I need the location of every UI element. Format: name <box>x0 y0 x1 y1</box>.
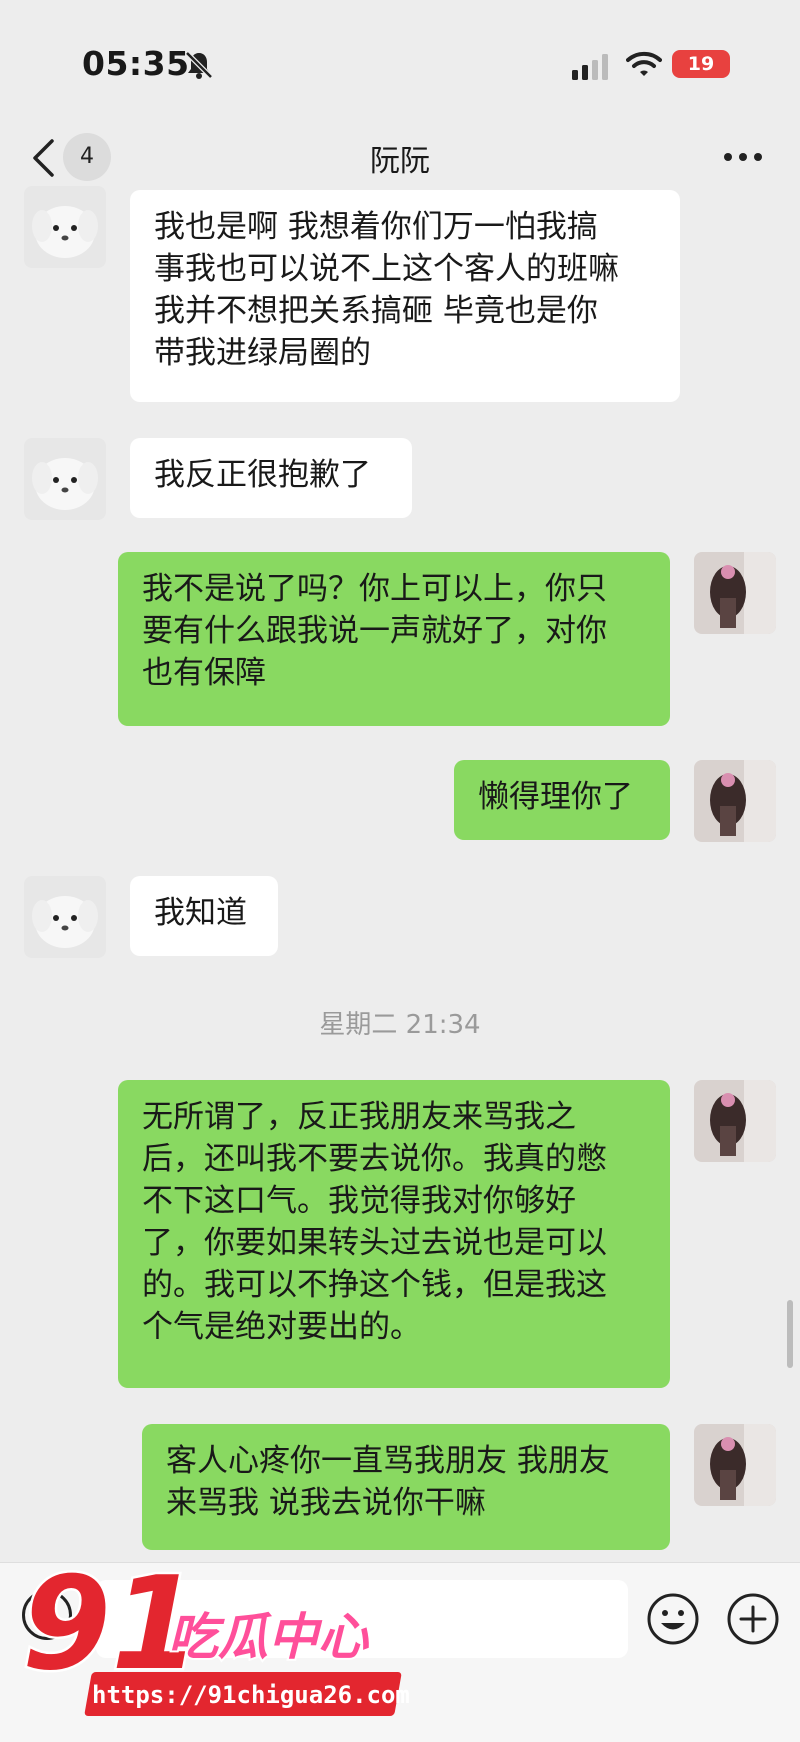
user-avatar-icon <box>694 760 776 842</box>
message-text: 懒得理你了 <box>478 779 633 815</box>
message-bubble-incoming[interactable]: 我也是啊 我想着你们万一怕我搞 事我也可以说不上这个客人的班嘛 我并不想把关系搞… <box>130 190 680 402</box>
message-bubble-incoming[interactable]: 我知道 <box>130 876 278 956</box>
message-text: 我反正很抱歉了 <box>154 457 371 493</box>
message-bubble-outgoing[interactable]: 无所谓了，反正我朋友来骂我之 后，还叫我不要去说你。我真的憋 不下这口气。我觉得… <box>118 1080 670 1388</box>
emoji-icon[interactable] <box>646 1592 700 1646</box>
scrollbar-thumb[interactable] <box>787 1300 793 1368</box>
wifi-icon <box>626 51 662 76</box>
status-time: 05:35 <box>82 44 190 83</box>
unread-count-badge: 4 <box>63 133 111 181</box>
my-avatar[interactable] <box>694 552 776 634</box>
message-bubble-outgoing[interactable]: 懒得理你了 <box>454 760 670 840</box>
chat-title: 阮阮 <box>370 144 430 179</box>
contact-avatar[interactable] <box>24 186 106 268</box>
contact-avatar[interactable] <box>24 876 106 958</box>
user-avatar-icon <box>694 1080 776 1162</box>
my-avatar[interactable] <box>694 1424 776 1506</box>
more-dots-icon[interactable] <box>716 140 770 174</box>
dog-avatar-icon <box>24 186 106 268</box>
my-avatar[interactable] <box>694 1080 776 1162</box>
user-avatar-icon <box>694 1424 776 1506</box>
contact-avatar[interactable] <box>24 438 106 520</box>
my-avatar[interactable] <box>694 760 776 842</box>
time-separator: 星期二 21:34 <box>319 1010 481 1040</box>
user-avatar-icon <box>694 552 776 634</box>
message-bubble-incoming[interactable]: 我反正很抱歉了 <box>130 438 412 518</box>
bell-slash-icon <box>185 51 213 79</box>
battery-icon: 19 <box>672 50 730 78</box>
signal-icon <box>572 54 608 80</box>
message-text: 我不是说了吗？你上可以上，你只 要有什么跟我说一声就好了，对你 也有保障 <box>142 571 607 691</box>
message-text: 客人心疼你一直骂我朋友 我朋友 来骂我 说我去说你干嘛 <box>166 1443 610 1521</box>
message-text: 我知道 <box>154 895 247 931</box>
dog-avatar-icon <box>24 438 106 520</box>
message-text: 无所谓了，反正我朋友来骂我之 后，还叫我不要去说你。我真的憋 不下这口气。我觉得… <box>142 1099 607 1345</box>
message-bubble-outgoing[interactable]: 我不是说了吗？你上可以上，你只 要有什么跟我说一声就好了，对你 也有保障 <box>118 552 670 726</box>
dog-avatar-icon <box>24 876 106 958</box>
watermark-url: https://91chigua26.com <box>92 1681 410 1709</box>
message-bubble-outgoing[interactable]: 客人心疼你一直骂我朋友 我朋友 来骂我 说我去说你干嘛 <box>142 1424 670 1550</box>
chevron-left-icon <box>33 139 54 177</box>
svg-text:吃瓜中心: 吃瓜中心 <box>168 1608 370 1666</box>
plus-icon[interactable] <box>726 1592 780 1646</box>
message-text: 我也是啊 我想着你们万一怕我搞 事我也可以说不上这个客人的班嘛 我并不想把关系搞… <box>154 209 619 371</box>
